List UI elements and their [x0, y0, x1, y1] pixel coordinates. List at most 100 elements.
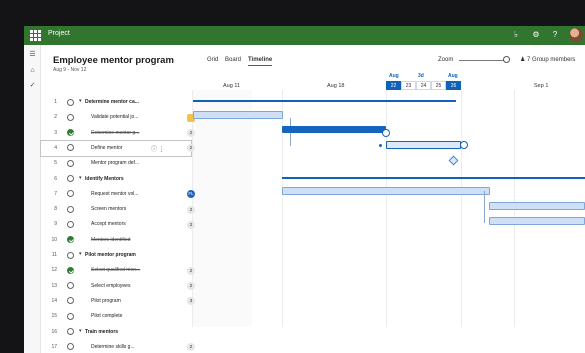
task-complete-checkbox[interactable] [67, 328, 74, 335]
group-members-label: 7 Group members [527, 57, 576, 63]
zoom-label: Zoom [438, 57, 454, 63]
info-icon[interactable]: ⓘ [151, 147, 157, 153]
day-cell[interactable]: 26 [446, 81, 461, 90]
day-cell[interactable]: 24 [416, 81, 431, 90]
task-complete-checkbox[interactable] [67, 282, 74, 290]
summary-bar[interactable] [193, 100, 456, 102]
tab-timeline[interactable]: Timeline [248, 57, 273, 66]
task-row[interactable]: 10 Mentors identified [41, 233, 191, 248]
task-row[interactable]: 9 Accept mentors 2 [41, 217, 195, 232]
day-cell[interactable]: 23 [401, 81, 416, 90]
task-name[interactable]: Select employees [91, 283, 151, 289]
zoom-slider-thumb[interactable] [503, 56, 510, 63]
task-row[interactable]: 4 Define mentor ⓘ ⋮ 2 [40, 139, 195, 157]
task-complete-checkbox[interactable] [67, 190, 74, 198]
date-range: Aug 9 - Nov 12 [53, 67, 87, 73]
assignee-badge[interactable]: 2 [187, 266, 195, 275]
task-name[interactable]: Mentor program def... [91, 160, 151, 166]
task-name[interactable]: Validate potential jo... [91, 114, 151, 120]
help-icon[interactable]: ? [549, 29, 561, 41]
page-title: Employee mentor program [53, 55, 174, 66]
task-complete-checkbox[interactable] [67, 129, 74, 137]
tab-grid[interactable]: Grid [207, 57, 218, 63]
task-row[interactable]: 16 ▾ Train mentors [41, 325, 191, 340]
task-name[interactable]: Select qualified men... [91, 267, 151, 273]
task-name[interactable]: Mentors identified [91, 237, 151, 243]
task-row[interactable]: 6 ▾ Identify Mentors [41, 172, 191, 187]
assignee-badge[interactable]: 2 [187, 205, 195, 214]
task-name[interactable]: Determine skills g... [91, 344, 151, 350]
task-complete-checkbox[interactable] [67, 205, 74, 213]
summary-bar[interactable] [282, 177, 585, 179]
task-row[interactable]: 5 Mentor program def... [41, 156, 191, 171]
link-handle[interactable] [382, 129, 390, 137]
task-complete-checkbox[interactable] [67, 297, 74, 305]
zoom-indicator: 3d [418, 73, 424, 79]
task-bar[interactable] [489, 202, 585, 210]
task-name[interactable]: Determine mentor g... [91, 130, 151, 136]
task-row[interactable]: 13 Select employees 2 [41, 279, 195, 294]
home-icon[interactable]: ⌂ [27, 65, 38, 76]
task-row[interactable]: 15 Pilot complete [41, 309, 191, 324]
milestone-marker[interactable] [448, 155, 459, 166]
task-row[interactable]: 1 ▾ Determine mentor ca... [41, 95, 191, 110]
task-row[interactable]: 2 Validate potential jo... [41, 110, 195, 125]
collapse-caret-icon[interactable]: ▾ [79, 175, 82, 181]
task-row[interactable]: 11 ▾ Pilot mentor program [41, 248, 191, 263]
task-row[interactable]: 17 Determine skills g... 2 [41, 340, 195, 353]
task-name[interactable]: Pilot complete [91, 313, 151, 319]
collapse-caret-icon[interactable]: ▾ [79, 251, 82, 257]
check-icon[interactable]: ✓ [27, 80, 38, 91]
collapse-caret-icon[interactable]: ▾ [79, 328, 82, 334]
gear-icon[interactable]: ⚙ [530, 29, 542, 41]
task-bar[interactable] [282, 187, 490, 195]
task-row[interactable]: 7 Request mentor vol... FL [41, 187, 195, 202]
day-cell[interactable]: 22 [386, 81, 401, 90]
task-name[interactable]: Request mentor vol... [91, 191, 151, 197]
collapse-caret-icon[interactable]: ▾ [79, 98, 82, 104]
bell-icon[interactable]: ♭ [510, 29, 522, 41]
app-launcher-icon[interactable] [30, 30, 41, 41]
tab-board[interactable]: Board [225, 57, 241, 63]
assignee-badge[interactable]: 2 [187, 343, 195, 352]
task-row[interactable]: 8 Screen mentors 2 [41, 202, 195, 217]
task-row[interactable]: 3 Determine mentor g... 2 [41, 126, 195, 141]
task-complete-checkbox[interactable] [67, 312, 74, 320]
task-row[interactable]: 12 Select qualified men... 2 [41, 263, 195, 278]
task-complete-checkbox[interactable] [67, 266, 74, 274]
task-complete-checkbox[interactable] [67, 159, 74, 167]
task-row[interactable]: 14 Pilot program 3 [41, 294, 195, 309]
menu-icon[interactable]: ☰ [27, 49, 38, 60]
assignee-badge[interactable]: 2 [187, 220, 195, 229]
task-complete-checkbox[interactable] [67, 220, 74, 228]
task-name[interactable]: Train mentors [85, 329, 145, 335]
link-handle[interactable] [460, 141, 468, 149]
task-bar[interactable] [489, 217, 585, 225]
zoom-slider[interactable] [459, 60, 509, 61]
task-complete-checkbox[interactable] [67, 236, 74, 244]
task-name[interactable]: Accept mentors [91, 221, 151, 227]
task-complete-checkbox[interactable] [67, 98, 74, 106]
drag-handle[interactable] [379, 144, 382, 147]
task-name[interactable]: Determine mentor ca... [85, 99, 145, 105]
row-number: 9 [54, 221, 57, 228]
more-options-icon[interactable]: ⋮ [159, 147, 165, 153]
task-name[interactable]: Pilot program [91, 298, 151, 304]
avatar[interactable] [569, 28, 583, 42]
day-cell[interactable]: 25 [431, 81, 446, 90]
task-name[interactable]: Pilot mentor program [85, 252, 145, 258]
task-complete-checkbox[interactable] [67, 251, 74, 259]
task-name[interactable]: Identify Mentors [85, 176, 145, 182]
task-complete-checkbox[interactable] [67, 113, 74, 121]
month-label: Aug [389, 73, 399, 79]
task-complete-checkbox[interactable] [67, 144, 74, 152]
task-bar[interactable] [193, 111, 283, 119]
task-name[interactable]: Screen mentors [91, 206, 151, 212]
group-members-button[interactable]: ♟ 7 Group members [520, 56, 575, 63]
row-number: 10 [51, 236, 57, 243]
task-name[interactable]: Define mentor [91, 145, 151, 151]
task-bar[interactable] [282, 126, 386, 133]
selected-task-bar[interactable] [386, 141, 461, 149]
task-complete-checkbox[interactable] [67, 175, 74, 182]
task-complete-checkbox[interactable] [67, 343, 74, 351]
